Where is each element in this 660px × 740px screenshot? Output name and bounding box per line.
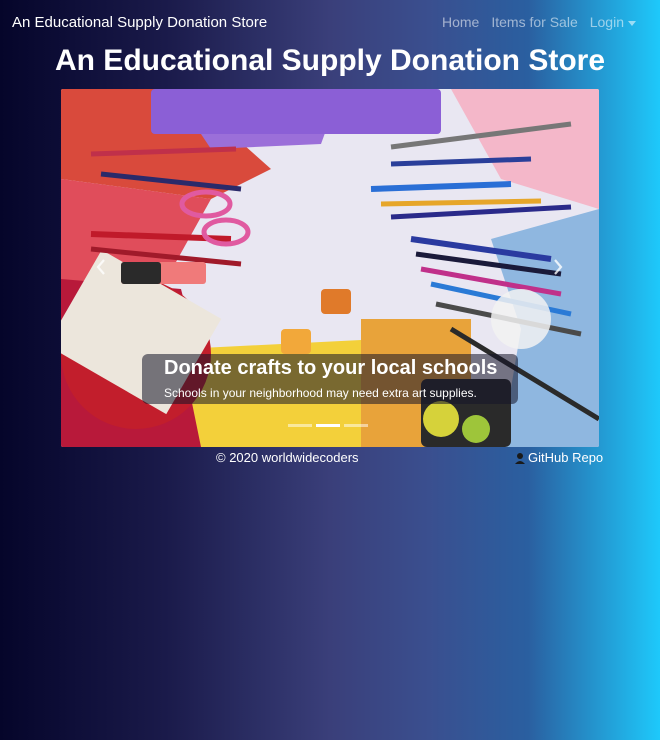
login-label: Login (589, 14, 624, 30)
github-repo-link[interactable]: GitHub Repo (514, 450, 603, 465)
github-repo-label: GitHub Repo (528, 450, 604, 465)
carousel-caption-title: Donate crafts to your local schools (164, 357, 498, 379)
carousel-indicator-active[interactable] (316, 424, 340, 427)
footer-copyright: © 2020 worldwidecoders (216, 450, 359, 465)
carousel-caption-subtitle: Schools in your neighborhood may need ex… (164, 386, 477, 400)
carousel-indicator[interactable] (344, 424, 368, 427)
caret-down-icon (628, 20, 636, 26)
carousel-indicators (288, 424, 368, 427)
nav-links: Home Items for Sale Login (436, 14, 642, 30)
nav-home-link[interactable]: Home (436, 14, 485, 30)
navbar: An Educational Supply Donation Store Hom… (0, 0, 660, 44)
carousel-next-button[interactable] (549, 258, 567, 276)
person-icon (515, 452, 525, 464)
nav-items-for-sale-link[interactable]: Items for Sale (485, 14, 583, 30)
navbar-brand[interactable]: An Educational Supply Donation Store (12, 14, 267, 31)
chevron-right-icon (554, 259, 563, 275)
chevron-left-icon (96, 259, 105, 275)
carousel-indicator[interactable] (288, 424, 312, 427)
nav-login-dropdown[interactable]: Login (584, 14, 642, 30)
carousel-prev-button[interactable] (92, 258, 110, 276)
page-title: An Educational Supply Donation Store (54, 44, 606, 77)
carousel-caption: Donate crafts to your local schools Scho… (142, 354, 518, 404)
